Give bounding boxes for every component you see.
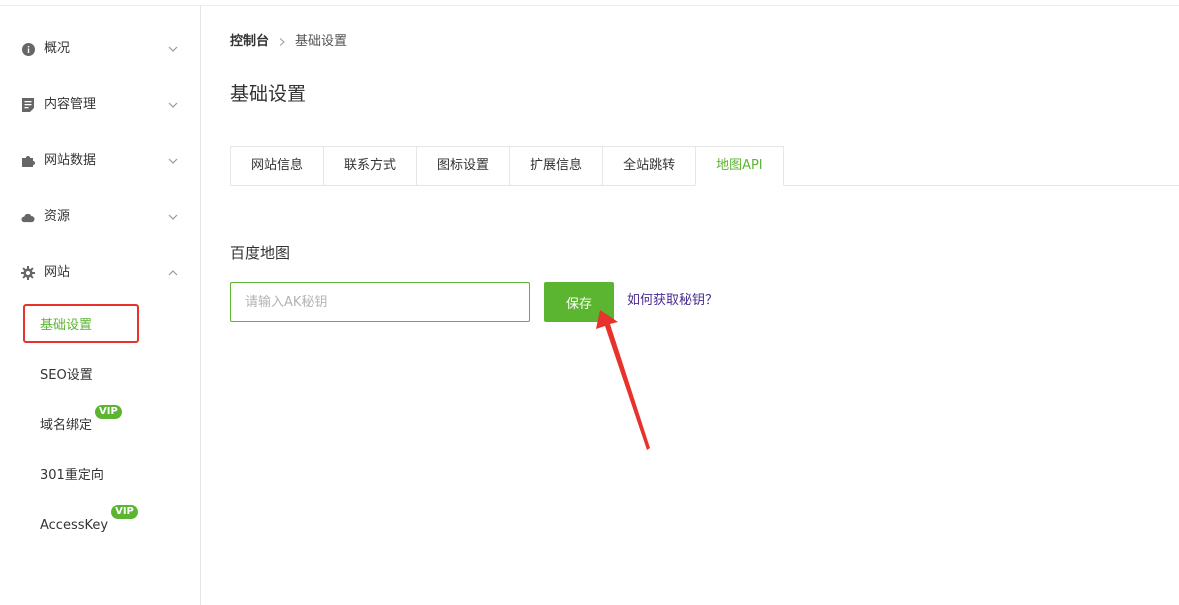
sidebar: 概况 内容管理 网站数据 资源 网站 基础设置 SEO设置 域名绑定VIP 30… — [0, 6, 201, 605]
chevron-down-icon — [168, 158, 178, 164]
sidebar-subitem-label: 301重定向 — [40, 468, 104, 483]
sidebar-item-label: 概况 — [44, 41, 71, 56]
sidebar-item-label: 网站 — [44, 265, 71, 280]
sidebar-item-resources[interactable]: 资源 — [0, 197, 200, 237]
puzzle-icon — [21, 154, 35, 168]
how-to-get-key-link[interactable]: 如何获取秘钥？ — [627, 292, 718, 310]
vip-badge: VIP — [111, 505, 138, 519]
chevron-down-icon — [168, 46, 178, 52]
tab-bar: 网站信息 联系方式 图标设置 扩展信息 全站跳转 地图API — [230, 146, 784, 186]
chevron-right-icon — [279, 38, 285, 46]
sidebar-subitem-seo-settings[interactable]: SEO设置 — [40, 365, 93, 387]
vip-badge: VIP — [95, 405, 122, 419]
sidebar-subitem-label: 基础设置 — [40, 318, 93, 333]
section-title: 百度地图 — [230, 244, 291, 262]
cloud-icon — [21, 210, 35, 224]
tab-site-redirect[interactable]: 全站跳转 — [602, 146, 696, 186]
annotation-arrow — [596, 310, 650, 450]
breadcrumb: 控制台 基础设置 — [230, 33, 347, 51]
tab-extended-info[interactable]: 扩展信息 — [509, 146, 603, 186]
sidebar-subitem-label: AccessKey — [40, 518, 109, 533]
sidebar-item-overview[interactable]: 概况 — [0, 29, 200, 69]
sidebar-subitem-label: SEO设置 — [40, 368, 93, 383]
chevron-down-icon — [168, 102, 178, 108]
tab-site-info[interactable]: 网站信息 — [230, 146, 324, 186]
save-button[interactable]: 保存 — [544, 282, 614, 322]
sidebar-item-site-data[interactable]: 网站数据 — [0, 141, 200, 181]
sidebar-item-label: 内容管理 — [44, 97, 97, 112]
sidebar-subitem-basic-settings[interactable]: 基础设置 — [40, 315, 92, 337]
sidebar-item-content[interactable]: 内容管理 — [0, 85, 200, 125]
chevron-up-icon — [168, 270, 178, 276]
chevron-down-icon — [168, 214, 178, 220]
tab-map-api[interactable]: 地图API — [695, 146, 784, 186]
breadcrumb-current: 基础设置 — [295, 34, 348, 49]
page-title: 基础设置 — [230, 83, 307, 105]
info-circle-icon — [21, 42, 35, 56]
sidebar-item-label: 网站数据 — [44, 153, 97, 168]
document-icon — [21, 98, 35, 112]
breadcrumb-root[interactable]: 控制台 — [230, 33, 269, 51]
gear-icon — [21, 266, 35, 280]
tab-icon-settings[interactable]: 图标设置 — [416, 146, 510, 186]
ak-key-input[interactable] — [230, 282, 530, 322]
sidebar-item-website[interactable]: 网站 — [0, 253, 200, 293]
tab-contact[interactable]: 联系方式 — [323, 146, 417, 186]
sidebar-item-label: 资源 — [44, 209, 71, 224]
sidebar-subitem-accesskey[interactable]: AccessKeyVIP — [40, 505, 138, 537]
sidebar-subitem-301-redirect[interactable]: 301重定向 — [40, 465, 104, 487]
sidebar-subitem-label: 域名绑定 — [40, 418, 93, 433]
sidebar-subitem-domain-binding[interactable]: 域名绑定VIP — [40, 405, 122, 437]
